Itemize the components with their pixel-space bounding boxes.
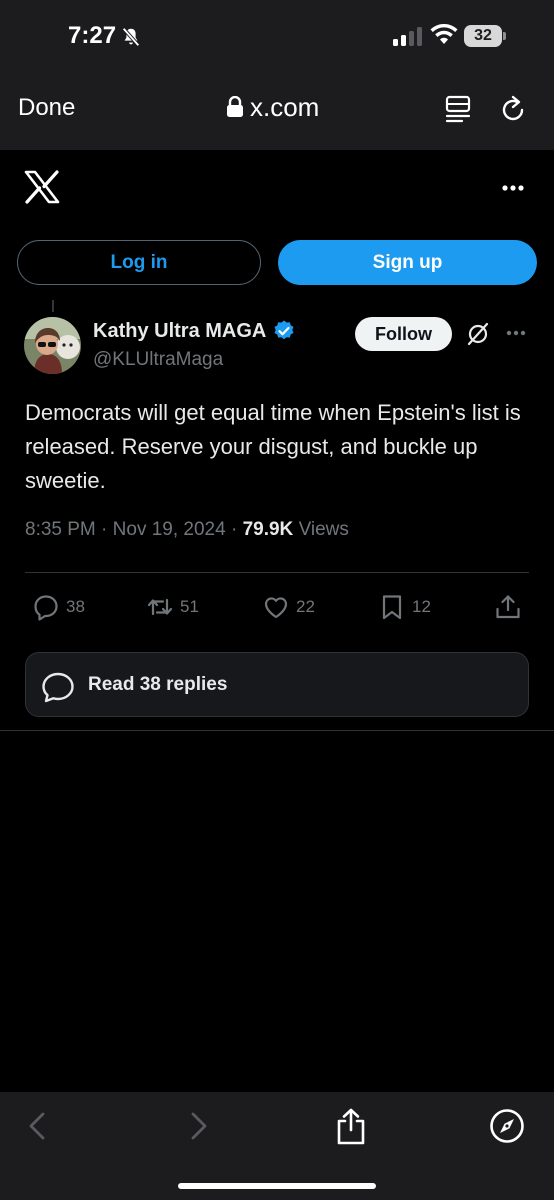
thread-line bbox=[52, 300, 54, 312]
verified-badge-icon bbox=[274, 320, 294, 340]
post-date[interactable]: Nov 19, 2024 bbox=[113, 519, 226, 540]
like-button[interactable]: 22 bbox=[262, 592, 315, 622]
like-count: 22 bbox=[296, 597, 315, 616]
author-handle[interactable]: @KLUltraMaga bbox=[93, 349, 223, 371]
views-count: 79.9K bbox=[242, 519, 294, 540]
url-text: x.com bbox=[250, 91, 320, 122]
done-button[interactable]: Done bbox=[18, 94, 75, 122]
meta-separator: · bbox=[230, 519, 238, 540]
url-field[interactable]: x.com bbox=[226, 92, 319, 122]
chat-bubble-icon bbox=[42, 672, 74, 703]
signup-button[interactable]: Sign up bbox=[278, 240, 537, 285]
share-icon bbox=[496, 595, 520, 619]
more-post-icon[interactable] bbox=[504, 324, 528, 342]
more-horizontal-icon[interactable] bbox=[498, 178, 528, 198]
battery-icon: 32 bbox=[464, 25, 506, 47]
author-name: Kathy Ultra MAGA bbox=[93, 319, 267, 342]
reply-icon bbox=[34, 595, 58, 621]
battery-level: 32 bbox=[464, 25, 502, 47]
post-text: Democrats will get equal time when Epste… bbox=[25, 400, 521, 493]
status-time: 7:27 bbox=[68, 22, 117, 49]
lock-icon bbox=[227, 96, 243, 117]
read-replies-label: Read 38 replies bbox=[88, 674, 228, 695]
status-bar: 7:27 32 bbox=[0, 0, 554, 72]
reader-mode-icon[interactable] bbox=[444, 94, 472, 124]
home-indicator[interactable] bbox=[178, 1183, 376, 1189]
x-logo[interactable] bbox=[24, 170, 60, 204]
safari-address-bar: Done x.com bbox=[0, 72, 554, 150]
share-icon[interactable] bbox=[331, 1106, 371, 1146]
read-replies-button[interactable]: Read 38 replies bbox=[25, 652, 529, 717]
forward-icon[interactable] bbox=[178, 1106, 218, 1146]
views-label: Views bbox=[298, 519, 349, 540]
share-post-button[interactable] bbox=[494, 592, 522, 622]
grok-icon[interactable] bbox=[466, 322, 490, 346]
back-icon[interactable] bbox=[18, 1106, 58, 1146]
signal-icon bbox=[393, 27, 422, 46]
author-row[interactable]: Kathy Ultra MAGA bbox=[93, 319, 296, 343]
post-metadata: 8:35 PM · Nov 19, 2024 · 79.9K Views bbox=[25, 519, 349, 541]
reply-count: 38 bbox=[66, 597, 85, 616]
repost-icon bbox=[147, 598, 173, 616]
avatar[interactable] bbox=[24, 317, 81, 374]
repost-button[interactable]: 51 bbox=[146, 592, 199, 622]
meta-separator: · bbox=[101, 519, 108, 540]
bookmark-icon bbox=[382, 595, 402, 620]
divider bbox=[25, 572, 529, 573]
repost-count: 51 bbox=[180, 597, 199, 616]
divider bbox=[0, 730, 554, 731]
wifi-icon bbox=[430, 24, 458, 44]
reply-button[interactable]: 38 bbox=[32, 592, 85, 622]
bookmark-count: 12 bbox=[412, 597, 431, 616]
post-time[interactable]: 8:35 PM bbox=[25, 519, 96, 540]
browser-chrome: 7:27 32 Done x.com bbox=[0, 0, 554, 150]
heart-icon bbox=[264, 597, 288, 619]
bell-slash-icon bbox=[122, 27, 140, 47]
bookmark-button[interactable]: 12 bbox=[378, 592, 431, 622]
compass-icon[interactable] bbox=[487, 1106, 527, 1146]
reload-icon[interactable] bbox=[500, 94, 528, 124]
follow-button[interactable]: Follow bbox=[355, 317, 452, 351]
login-button[interactable]: Log in bbox=[17, 240, 261, 285]
